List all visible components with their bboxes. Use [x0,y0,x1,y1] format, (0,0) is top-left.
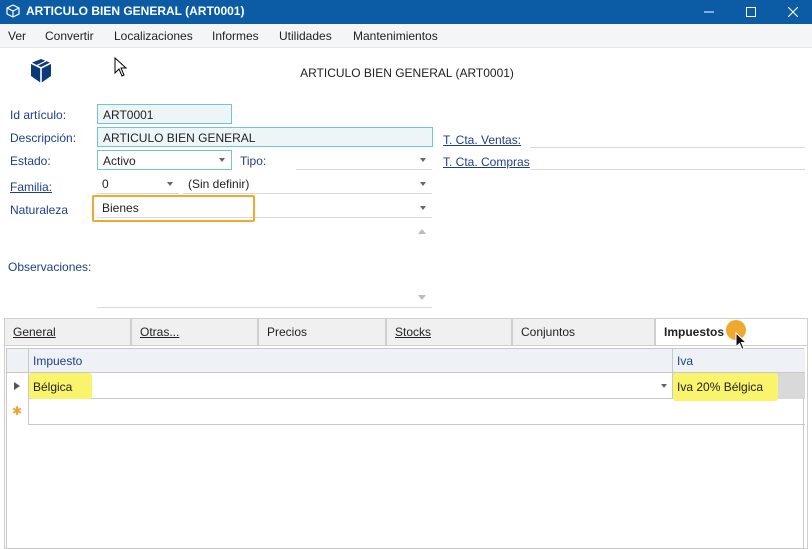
maximize-icon [746,7,756,17]
tab-label: Conjuntos [521,325,576,339]
column-header-impuesto[interactable]: Impuesto [33,354,82,368]
title-bar: ARTICULO BIEN GENERAL (ART0001) [0,0,812,24]
id-label: Id artículo: [10,108,67,122]
tab-label: Precios [267,325,308,339]
cell-iva[interactable]: Iva 20% Bélgica [677,380,763,394]
new-row-selector[interactable]: ✱ [7,399,29,425]
minimize-icon [704,11,714,13]
cta-ventas-link[interactable]: T. Cta. Ventas: [443,133,521,147]
tab-label: Stocks [395,325,432,339]
menu-ver[interactable]: Ver [8,29,26,43]
maximize-button[interactable] [728,0,774,24]
familia-code-value: 0 [102,177,109,191]
chevron-down-icon[interactable] [661,384,667,388]
tab-label: General [13,325,56,339]
window-title: ARTICULO BIEN GENERAL (ART0001) [26,4,245,18]
tab-otras[interactable]: Otras... [131,318,258,345]
cta-compras-link[interactable]: T. Cta. Compras [443,155,530,169]
scroll-down-icon[interactable] [418,295,426,300]
close-button[interactable] [770,0,812,24]
tab-label: Otras... [140,325,180,339]
tab-precios[interactable]: Precios [258,318,386,345]
tab-general[interactable]: General [4,318,131,345]
grid-corner [7,349,29,373]
estado-select[interactable]: Activo [97,150,232,170]
column-divider [672,349,673,373]
chevron-down-icon [420,182,426,186]
scroll-up-icon[interactable] [418,229,426,234]
minimize-button[interactable] [686,0,732,24]
description-field[interactable]: ARTICULO BIEN GENERAL [97,127,433,147]
impuestos-grid: Impuesto Iva Bélgica Iva 20% Bélgica ✱ [6,348,805,549]
tab-label: Impuestos [664,325,725,339]
observaciones-textarea[interactable] [97,224,432,308]
familia-value: (Sin definir) [188,177,250,191]
familia-link[interactable]: Familia: [10,180,52,194]
familia-code-select[interactable]: 0 [97,174,179,194]
chevron-down-icon [167,182,173,186]
row-selector[interactable] [7,373,29,399]
cell-impuesto[interactable]: Bélgica [33,380,72,394]
observaciones-label: Observaciones: [8,260,92,274]
grid-header: Impuesto Iva [29,349,805,373]
new-table-row[interactable] [29,399,805,425]
tipo-label: Tipo: [240,154,267,168]
tab-conjuntos[interactable]: Conjuntos [512,318,655,345]
menu-mantenimientos[interactable]: Mantenimientos [353,29,438,43]
chevron-down-icon [420,158,426,162]
menu-localizaciones[interactable]: Localizaciones [114,29,193,43]
menu-utilidades[interactable]: Utilidades [279,29,332,43]
chevron-down-icon [219,158,225,162]
new-row-icon: ✱ [12,404,23,418]
menu-informes[interactable]: Informes [212,29,259,43]
description-label: Descripción: [10,131,77,145]
menu-convertir[interactable]: Convertir [45,29,94,43]
estado-value: Activo [103,154,136,168]
tab-stocks[interactable]: Stocks [386,318,512,345]
tab-bar: General Otras... Precios Stocks Conjunto… [4,318,808,345]
close-icon [788,7,798,17]
menu-bar: Ver Convertir Localizaciones Informes Ut… [0,24,812,48]
tipo-select[interactable] [296,150,432,170]
cube-icon [6,4,20,18]
naturaleza-highlight [92,195,255,222]
naturaleza-label: Naturaleza [10,203,69,217]
estado-label: Estado: [10,154,51,168]
table-row[interactable]: Bélgica Iva 20% Bélgica [29,373,805,401]
chevron-down-icon [420,206,426,210]
column-header-iva[interactable]: Iva [677,354,693,368]
id-field[interactable]: ART0001 [97,104,232,124]
mouse-cursor-icon [735,332,748,351]
page-title: ARTICULO BIEN GENERAL (ART0001) [300,66,514,80]
cta-compras-field[interactable] [530,169,805,170]
row-pointer-icon [14,382,20,390]
familia-select[interactable]: (Sin definir) [183,174,432,194]
cta-ventas-field[interactable] [530,147,805,148]
